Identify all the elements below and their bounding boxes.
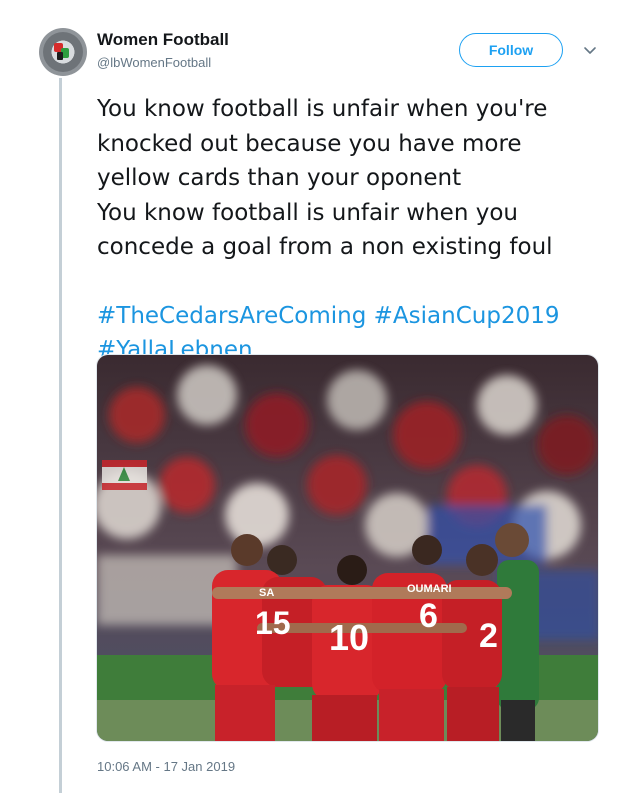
flag-in-crowd bbox=[102, 460, 147, 490]
hashtag-link[interactable]: #TheCedarsAreComing bbox=[97, 303, 366, 329]
follow-button[interactable]: Follow bbox=[459, 33, 563, 67]
jersey-name: SA bbox=[259, 587, 275, 599]
hashtag-line: #TheCedarsAreComing #AsianCup2019 bbox=[97, 299, 607, 334]
tweet-photo[interactable]: SA OUMARI 15 10 6 2 bbox=[96, 354, 599, 742]
tweet-text-line: You know football is unfair when you bbox=[97, 199, 518, 226]
team-huddle-image bbox=[97, 355, 598, 741]
chevron-down-icon[interactable] bbox=[582, 42, 598, 58]
tweet-text-line: yellow cards than your oponent bbox=[97, 165, 462, 191]
avatar[interactable] bbox=[39, 28, 87, 76]
text-spacer bbox=[97, 265, 607, 299]
tweet-text-line: knocked out because you have more bbox=[97, 130, 522, 157]
jersey-number: 10 bbox=[329, 617, 370, 658]
thread-line bbox=[59, 78, 62, 793]
tweet-text: You know football is unfair when you're … bbox=[97, 92, 607, 368]
avatar-logo-mark bbox=[57, 52, 63, 60]
jersey-number: 15 bbox=[255, 605, 291, 641]
tweet-text-line: You know football is unfair when you're bbox=[97, 96, 548, 122]
tweet-text-line: concede a goal from a non existing foul bbox=[97, 234, 553, 260]
user-handle[interactable]: @lbWomenFootball bbox=[97, 55, 211, 70]
tweet-timestamp[interactable]: 10:06 AM - 17 Jan 2019 bbox=[97, 759, 235, 774]
jersey-number: 2 bbox=[479, 617, 498, 655]
jersey-number: 6 bbox=[419, 597, 438, 635]
hashtag-link[interactable]: #AsianCup2019 bbox=[374, 303, 560, 329]
display-name[interactable]: Women Football bbox=[97, 30, 229, 50]
jersey-name: OUMARI bbox=[407, 583, 452, 595]
